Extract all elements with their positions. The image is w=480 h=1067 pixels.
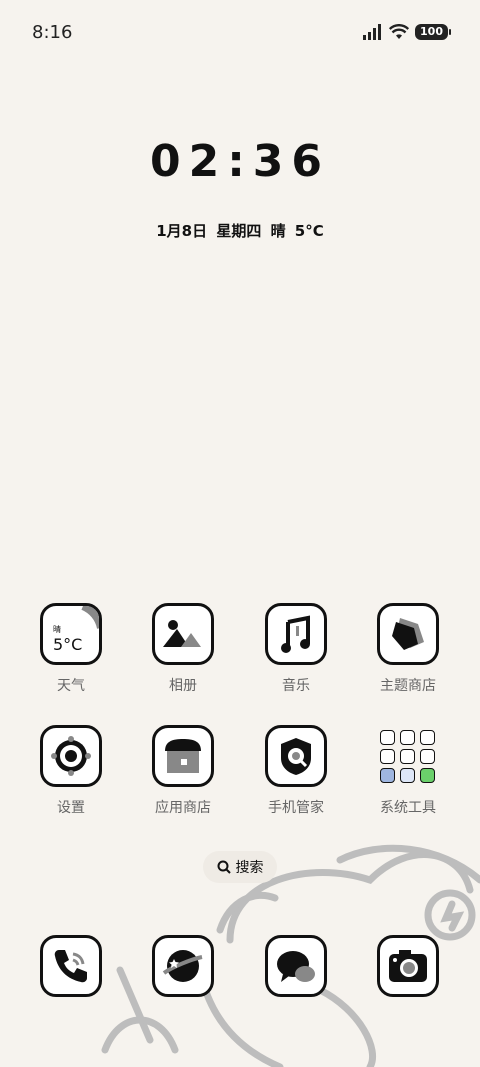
phone-icon xyxy=(40,935,102,997)
status-bar: 8:16 100 xyxy=(0,0,480,70)
app-label: 手机管家 xyxy=(268,800,324,816)
camera-icon xyxy=(377,935,439,997)
app-label: 音乐 xyxy=(282,678,310,694)
settings-icon xyxy=(40,725,102,787)
mini-app-icon xyxy=(380,729,395,745)
browser-icon xyxy=(152,935,214,997)
dock-browser[interactable] xyxy=(133,935,233,997)
dock-phone[interactable] xyxy=(21,935,121,997)
app-music[interactable]: 音乐 xyxy=(246,603,346,695)
app-phone-manager[interactable]: 手机管家 xyxy=(246,725,346,817)
mini-app-icon xyxy=(420,767,435,783)
search-label: 搜索 xyxy=(235,860,264,876)
messages-icon xyxy=(265,935,327,997)
weather-icon: 晴 5°C xyxy=(40,603,102,665)
mini-app-icon xyxy=(400,729,415,745)
search-button[interactable]: 搜索 xyxy=(203,851,277,883)
app-label: 相册 xyxy=(169,678,197,694)
signal-icon xyxy=(363,24,382,40)
search-icon xyxy=(217,860,231,874)
mini-app-icon xyxy=(420,729,435,745)
app-label: 系统工具 xyxy=(380,800,436,816)
app-settings[interactable]: 设置 xyxy=(21,725,121,817)
date-weather-line[interactable]: 1月8日 星期四 晴 5°C xyxy=(0,220,480,241)
wifi-icon xyxy=(389,24,410,39)
status-icons: 100 xyxy=(363,24,451,40)
status-time: 8:16 xyxy=(32,22,73,43)
mini-app-icon xyxy=(420,748,435,764)
app-app-store[interactable]: 应用商店 xyxy=(133,725,233,817)
app-theme-store[interactable]: 主题商店 xyxy=(358,603,458,695)
app-store-icon xyxy=(152,725,214,787)
mini-app-icon xyxy=(380,748,395,764)
mini-app-icon xyxy=(400,767,415,783)
app-label: 设置 xyxy=(57,800,85,816)
app-weather[interactable]: 晴 5°C 天气 xyxy=(21,603,121,695)
theme-store-icon xyxy=(377,603,439,665)
mini-app-icon xyxy=(400,748,415,764)
app-label: 应用商店 xyxy=(155,800,211,816)
app-label: 主题商店 xyxy=(380,678,436,694)
folder-icon xyxy=(377,725,439,787)
dock-messages[interactable] xyxy=(246,935,346,997)
weather-temp: 5°C xyxy=(53,635,83,654)
app-gallery[interactable]: 相册 xyxy=(133,603,233,695)
app-label: 天气 xyxy=(57,678,85,694)
gallery-icon xyxy=(152,603,214,665)
dock-camera[interactable] xyxy=(358,935,458,997)
clock-widget[interactable]: 02:36 xyxy=(0,136,480,187)
weather-condition: 晴 xyxy=(53,625,61,634)
folder-system-tools[interactable]: 系统工具 xyxy=(358,725,458,817)
music-icon xyxy=(265,603,327,665)
battery-indicator: 100 xyxy=(415,24,451,40)
phone-manager-icon xyxy=(265,725,327,787)
mini-app-icon xyxy=(380,767,395,783)
